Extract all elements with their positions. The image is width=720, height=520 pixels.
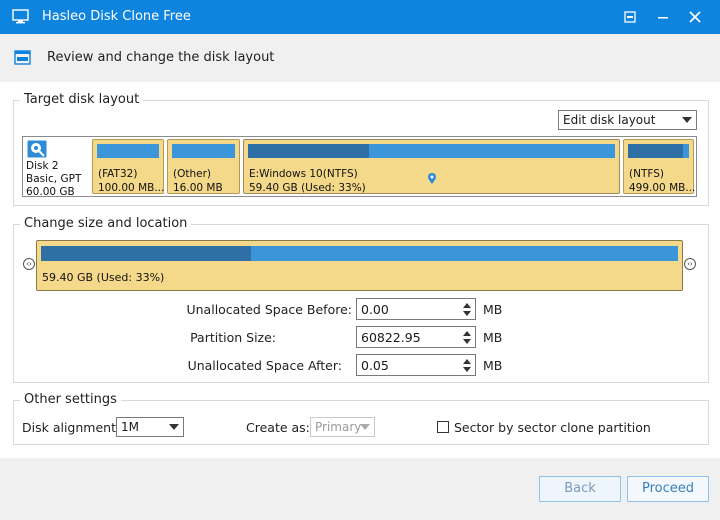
chevron-down-icon bbox=[360, 424, 370, 430]
unallocated-after-value: 0.05 bbox=[361, 358, 389, 373]
partition-size: 16.00 MB bbox=[173, 182, 223, 194]
edit-disk-layout-value: Edit disk layout bbox=[563, 113, 656, 127]
unit-label: MB bbox=[483, 358, 503, 373]
app-monitor-icon bbox=[12, 9, 29, 24]
resize-bar-label: 59.40 GB (Used: 33%) bbox=[42, 271, 165, 284]
partition-size-input[interactable]: 60822.95 bbox=[356, 326, 476, 348]
page-header: Review and change the disk layout bbox=[0, 34, 720, 83]
sector-by-sector-label: Sector by sector clone partition bbox=[454, 420, 651, 435]
disk-type: Basic, GPT bbox=[26, 173, 82, 185]
unallocated-before-value: 0.00 bbox=[361, 302, 389, 317]
target-disk-layout-legend: Target disk layout bbox=[20, 92, 144, 107]
spin-up-icon[interactable] bbox=[463, 303, 471, 308]
spin-up-icon[interactable] bbox=[463, 331, 471, 336]
restore-window-icon[interactable] bbox=[621, 8, 639, 26]
partition-usage-bar bbox=[628, 144, 689, 158]
disk-alignment-dropdown[interactable]: 1M bbox=[116, 417, 184, 437]
partition-ntfs[interactable]: (NTFS) 499.00 MB... bbox=[623, 139, 696, 194]
location-pin-icon bbox=[428, 173, 436, 184]
partition-label: E:Windows 10(NTFS) bbox=[249, 168, 358, 180]
disk-info[interactable]: Disk 2 Basic, GPT 60.00 GB bbox=[24, 138, 90, 198]
partition-size-value: 60822.95 bbox=[361, 330, 421, 345]
chevron-down-icon bbox=[682, 117, 692, 123]
edit-disk-layout-dropdown[interactable]: Edit disk layout bbox=[558, 110, 697, 130]
chevron-down-icon bbox=[169, 424, 179, 430]
unallocated-before-input[interactable]: 0.00 bbox=[356, 298, 476, 320]
partition-size: 59.40 GB (Used: 33%) bbox=[249, 182, 366, 194]
spin-down-icon[interactable] bbox=[463, 311, 471, 316]
partition-used-fill bbox=[628, 144, 683, 158]
unallocated-before-label: Unallocated Space Before: bbox=[186, 302, 352, 317]
window-title: Hasleo Disk Clone Free bbox=[42, 9, 191, 24]
partition-size: 499.00 MB... bbox=[629, 182, 696, 194]
resize-right-handle-icon[interactable]: ‹› bbox=[684, 258, 696, 270]
page-header-text: Review and change the disk layout bbox=[47, 50, 275, 65]
unit-label: MB bbox=[483, 302, 503, 317]
partition-fat32[interactable]: (FAT32) 100.00 MB... bbox=[92, 139, 164, 194]
resize-left-handle-icon[interactable]: ‹› bbox=[23, 258, 35, 270]
close-icon[interactable] bbox=[686, 8, 704, 26]
disk-layout-icon bbox=[14, 50, 31, 65]
unit-label: MB bbox=[483, 330, 503, 345]
partition-other[interactable]: (Other) 16.00 MB bbox=[167, 139, 240, 194]
partition-label: (Other) bbox=[173, 168, 212, 180]
partition-usage-bar bbox=[172, 144, 235, 158]
partition-used-fill bbox=[248, 144, 370, 158]
create-as-dropdown[interactable]: Primary bbox=[310, 417, 375, 437]
partition-label: (NTFS) bbox=[629, 168, 664, 180]
disk-alignment-value: 1M bbox=[121, 420, 139, 434]
spin-down-icon[interactable] bbox=[463, 339, 471, 344]
change-size-legend: Change size and location bbox=[20, 216, 192, 231]
unallocated-after-input[interactable]: 0.05 bbox=[356, 354, 476, 376]
partition-resize-bar[interactable]: 59.40 GB (Used: 33%) bbox=[36, 240, 683, 291]
disk-name: Disk 2 bbox=[26, 160, 59, 172]
partition-windows[interactable]: E:Windows 10(NTFS) 59.40 GB (Used: 33%) bbox=[243, 139, 620, 194]
disk-alignment-label: Disk alignment: bbox=[22, 420, 121, 435]
partition-usage-bar bbox=[97, 144, 159, 158]
spin-down-icon[interactable] bbox=[463, 367, 471, 372]
proceed-button[interactable]: Proceed bbox=[627, 476, 709, 502]
title-bar: Hasleo Disk Clone Free bbox=[0, 0, 720, 34]
disk-icon bbox=[27, 140, 47, 158]
spin-up-icon[interactable] bbox=[463, 359, 471, 364]
resize-used-fill bbox=[41, 246, 252, 261]
back-button[interactable]: Back bbox=[539, 476, 621, 502]
target-disk-row: Disk 2 Basic, GPT 60.00 GB (FAT32) 100.0… bbox=[22, 136, 697, 198]
partition-size-label: Partition Size: bbox=[190, 330, 276, 345]
create-as-label: Create as: bbox=[246, 420, 310, 435]
disk-size: 60.00 GB bbox=[26, 186, 75, 198]
partition-label: (FAT32) bbox=[98, 168, 138, 180]
minimize-icon[interactable] bbox=[654, 8, 672, 26]
resize-usage-bar bbox=[41, 246, 678, 261]
partition-size: 100.00 MB... bbox=[98, 182, 165, 194]
partition-usage-bar bbox=[248, 144, 615, 158]
unallocated-after-label: Unallocated Space After: bbox=[187, 358, 342, 373]
create-as-value: Primary bbox=[315, 420, 362, 434]
sector-by-sector-checkbox[interactable] bbox=[437, 421, 449, 433]
other-settings-legend: Other settings bbox=[20, 392, 121, 407]
